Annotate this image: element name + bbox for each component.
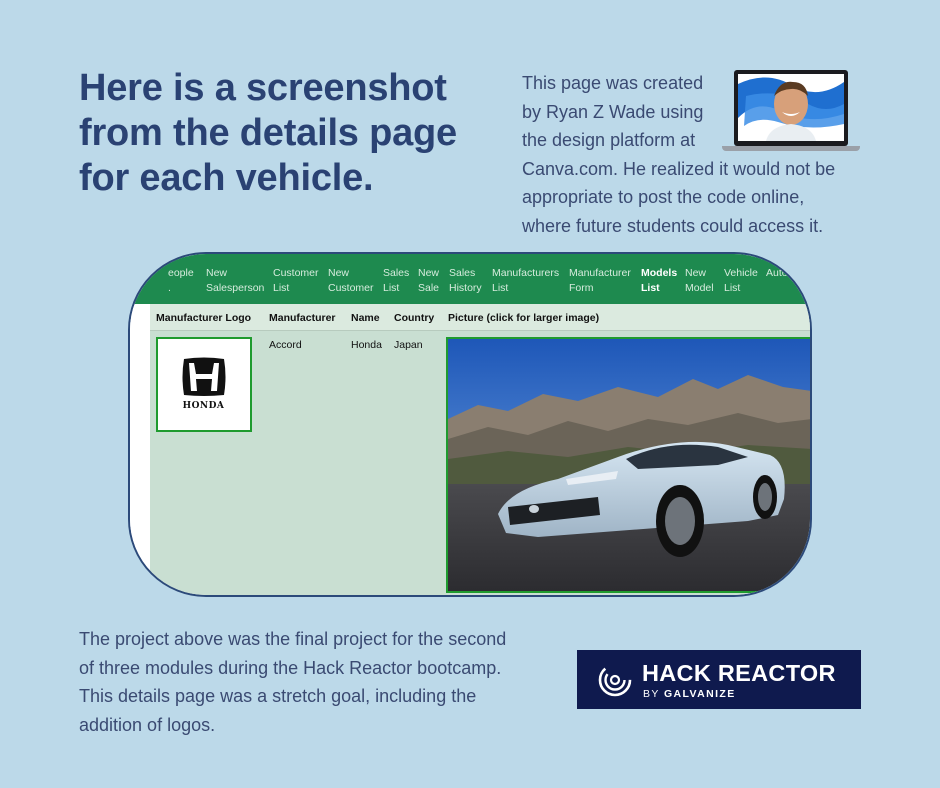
nav-item-people[interactable]: eople. (168, 266, 194, 296)
nav-item-sales-list[interactable]: Sales List (383, 266, 409, 296)
laptop-portrait (722, 70, 860, 152)
navbar: eople. New Salesperson Customer List New Cu… (130, 254, 810, 304)
nav-item-new-salesperson[interactable]: New Salesperson (206, 266, 264, 296)
cell-country: Japan (394, 339, 423, 351)
nav-item-new-model[interactable]: New Model (685, 266, 714, 296)
headline-line: for each vehicle. (79, 157, 374, 199)
headline-line: Here is a screenshot (79, 67, 447, 109)
portrait-icon (738, 74, 844, 141)
cell-manufacturer: Accord (269, 339, 302, 351)
badge-title: HACK REACTOR (642, 660, 836, 686)
outro-line: of three modules during the Hack Reactor… (79, 657, 502, 678)
car-photo-image (448, 339, 810, 591)
nav-item-customer-list[interactable]: Customer List (273, 266, 319, 296)
header-picture: Picture (click for larger image) (448, 312, 600, 324)
header-name: Name (351, 312, 380, 324)
header-manufacturer-logo: Manufacturer Logo (156, 312, 252, 324)
cell-name: Honda (351, 339, 382, 351)
nav-item-auto[interactable]: Auto (766, 266, 788, 281)
header-country: Country (394, 312, 435, 324)
outro-line: This details page was a stretch goal, in… (79, 686, 477, 706)
outro-line: The project above was the final project … (79, 629, 507, 649)
badge-subtitle: BY GALVANIZE (643, 688, 736, 700)
header-manufacturer: Manufacturer (269, 312, 336, 324)
honda-logo-icon (182, 357, 226, 396)
nav-item-manufacturer-form[interactable]: Manufacturer Form (569, 266, 631, 296)
laptop-base (722, 146, 860, 151)
intro-line: appropriate to post the code online, (522, 187, 805, 207)
car-picture[interactable] (446, 337, 810, 593)
models-table: Manufacturer Logo Manufacturer Name Coun… (150, 304, 810, 595)
table-header-row: Manufacturer Logo Manufacturer Name Coun… (150, 304, 810, 331)
nav-item-manufacturers-list[interactable]: Manufacturers List (492, 266, 559, 296)
left-strip (130, 304, 150, 595)
manufacturer-logo: HONDA (156, 337, 252, 432)
outro-paragraph: The project above was the final project … (79, 625, 559, 739)
intro-line: Canva.com. He realized it would not be (522, 158, 836, 179)
nav-item-models-list[interactable]: Models List (641, 266, 677, 296)
hack-reactor-mark-icon (598, 663, 632, 697)
headline: Here is a screenshot from the details pa… (79, 66, 519, 201)
intro-line: where future students could access it. (522, 215, 824, 236)
hack-reactor-logo: HACK REACTOR BY GALVANIZE (577, 650, 861, 709)
outro-line: addition of logos. (79, 714, 216, 735)
app-screenshot: eople. New Salesperson Customer List New Cu… (128, 252, 812, 597)
logo-wordmark: HONDA (182, 401, 225, 411)
nav-item-vehicle-list[interactable]: Vehicle List (724, 266, 758, 296)
nav-item-new-customer[interactable]: New Customer (328, 266, 374, 296)
nav-item-new-sale[interactable]: New Sale (418, 266, 439, 296)
headline-line: from the details page (79, 112, 457, 154)
nav-item-sales-history[interactable]: Sales History (449, 266, 482, 296)
author-photo (738, 74, 844, 141)
laptop-screen (734, 70, 848, 146)
